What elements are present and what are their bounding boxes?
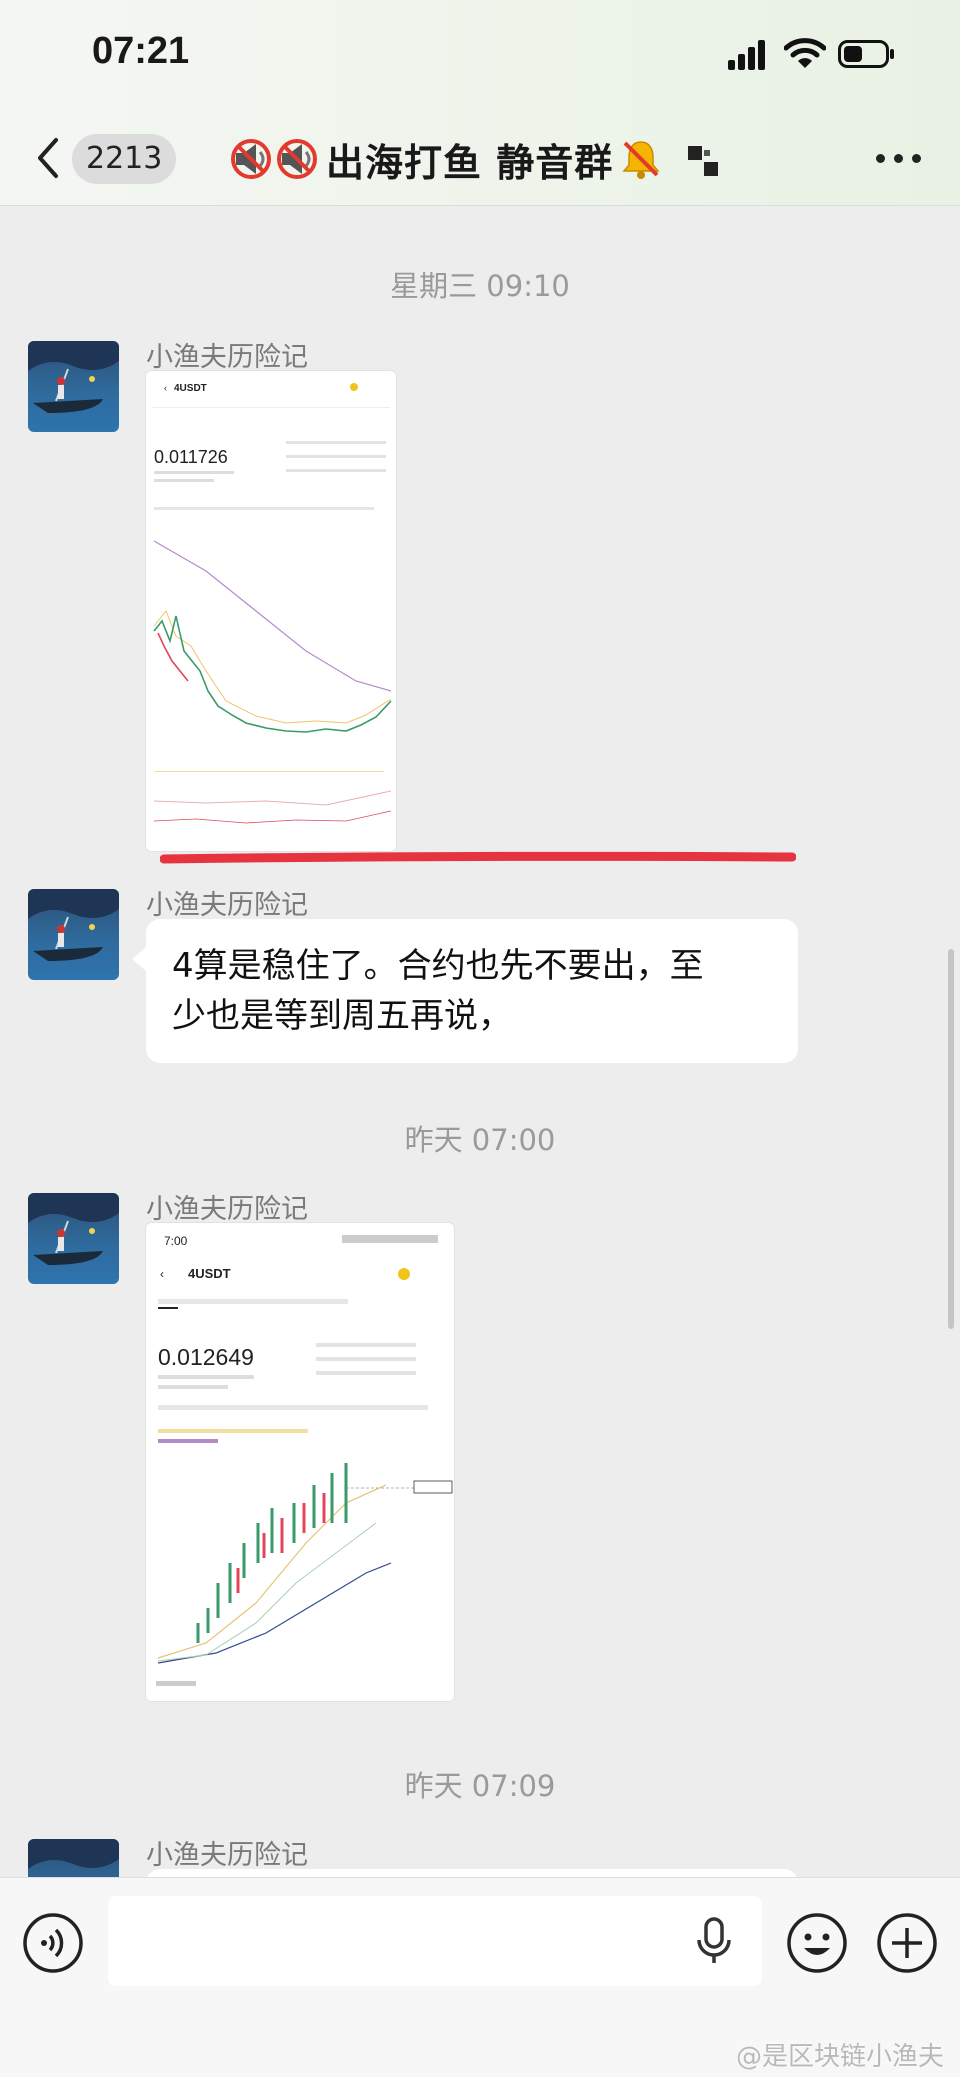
chat-title-text: 出海打鱼 静音群 [326, 140, 614, 185]
sender-name: 小渔夫历险记 [146, 890, 308, 921]
svg-text:0.011726: 0.011726 [154, 447, 228, 467]
message-timestamp: 星期三 09:10 [390, 269, 570, 303]
message-timestamp: 昨天 07:09 [404, 1769, 556, 1803]
svg-text:4USDT: 4USDT [174, 383, 207, 394]
image-message[interactable]: ‹ 4USDT 0.011726 [146, 371, 396, 851]
message-line: 少也是等到周五再说， [172, 996, 512, 1036]
status-time: 07:21 [92, 30, 190, 72]
red-highlight-underline [160, 851, 796, 864]
text-message-bubble[interactable]: 4算是稳住了。合约也先不要出，至 少也是等到周五再说， [132, 919, 798, 1063]
more-options-icon[interactable] [876, 154, 922, 166]
status-bar: 07:21 [0, 0, 960, 110]
message-list[interactable]: 星期三 09:10 小渔夫历险记 ‹ 4USDT 0.011726 小渔夫历险记… [0, 207, 960, 1877]
svg-text:4USDT: 4USDT [188, 1266, 231, 1281]
sender-name: 小渔夫历险记 [146, 1840, 308, 1871]
emoji-icon[interactable] [786, 1912, 848, 1974]
chat-title[interactable]: 出海打鱼 静音群 [230, 132, 663, 186]
back-arrow-icon[interactable] [30, 134, 66, 182]
fisherman-avatar-icon [28, 1193, 119, 1265]
svg-text:‹: ‹ [160, 1267, 164, 1281]
muted-speaker-icon [277, 139, 317, 179]
message-line: 4算是稳住了。合约也先不要出，至 [172, 946, 704, 986]
svg-text:7:00: 7:00 [164, 1234, 188, 1248]
image-message[interactable]: 7:00 ‹ 4USDT 0.012649 [146, 1223, 454, 1701]
text-message-bubble[interactable] [146, 1869, 798, 1877]
sender-name: 小渔夫历险记 [146, 1194, 308, 1225]
sender-name: 小渔夫历险记 [146, 342, 308, 373]
voice-input-icon[interactable] [22, 1912, 84, 1974]
message-timestamp: 昨天 07:00 [404, 1123, 556, 1157]
cellular-signal-icon [728, 40, 768, 70]
wifi-icon [784, 38, 826, 68]
fisherman-avatar-icon [28, 341, 119, 413]
svg-text:‹: ‹ [164, 383, 167, 393]
chat-header: 2213 出海打鱼 静音群 [0, 110, 960, 206]
svg-text:0.012649: 0.012649 [158, 1344, 254, 1370]
avatar[interactable] [28, 1839, 119, 1877]
battery-icon [838, 40, 894, 68]
trading-chart-screenshot: 7:00 ‹ 4USDT 0.012649 [146, 1223, 454, 1701]
unread-count-badge[interactable]: 2213 [72, 134, 177, 184]
scrollbar[interactable] [948, 949, 954, 1329]
add-attachment-icon[interactable] [876, 1912, 938, 1974]
muted-bell-icon [622, 141, 660, 179]
avatar[interactable] [28, 341, 119, 432]
avatar[interactable] [28, 1193, 119, 1284]
muted-speaker-icon [231, 139, 271, 179]
fisherman-avatar-icon [28, 1839, 119, 1869]
trading-chart-screenshot: ‹ 4USDT 0.011726 [146, 371, 396, 851]
microphone-icon[interactable] [694, 1916, 734, 1966]
fisherman-avatar-icon [28, 889, 119, 961]
watermark: @是区块链小渔夫 [736, 2042, 945, 2072]
avatar[interactable] [28, 889, 119, 980]
qr-code-icon [688, 146, 718, 176]
message-input[interactable] [108, 1896, 762, 1986]
